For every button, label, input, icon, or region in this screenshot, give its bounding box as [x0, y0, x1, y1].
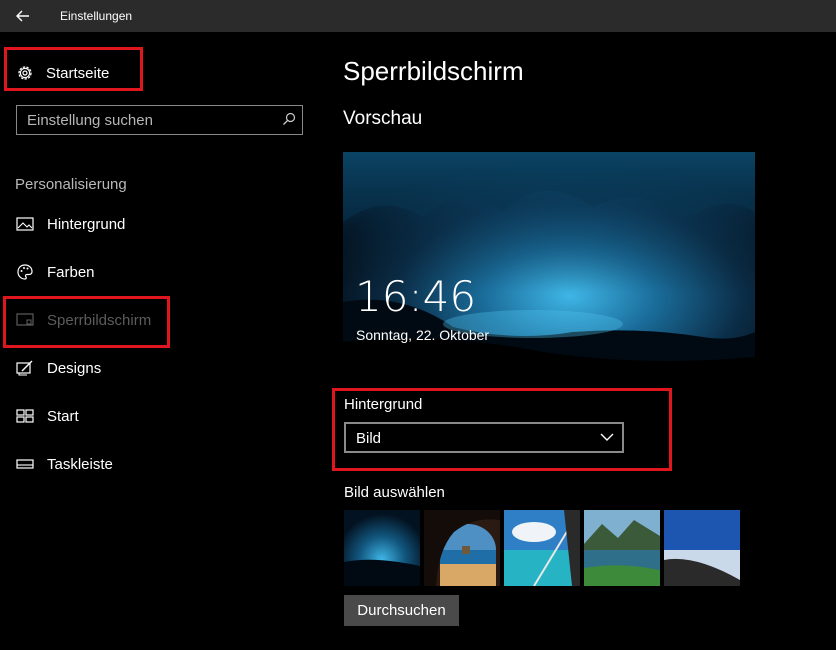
search-box[interactable] — [16, 105, 303, 135]
window-title: Einstellungen — [60, 9, 133, 23]
browse-button[interactable]: Durchsuchen — [344, 595, 459, 626]
sidebar-item-label: Farben — [47, 263, 95, 281]
thumbnail-fjord[interactable] — [584, 510, 660, 586]
search-icon[interactable] — [282, 112, 296, 126]
background-dropdown-value: Bild — [356, 430, 382, 447]
search-input[interactable] — [17, 106, 277, 134]
preview-background-image — [343, 152, 755, 384]
taskbar-icon — [16, 455, 34, 473]
arrow-left-icon — [16, 10, 29, 22]
home-button[interactable]: Startseite — [16, 60, 109, 86]
sidebar-item-taskleiste[interactable]: Taskleiste — [16, 451, 266, 477]
section-label: Personalisierung — [15, 176, 127, 193]
sidebar-item-designs[interactable]: Designs — [16, 355, 266, 381]
image-icon — [16, 215, 34, 233]
back-button[interactable] — [0, 0, 46, 32]
palette-icon — [16, 263, 34, 281]
sidebar-item-label: Hintergrund — [47, 215, 126, 233]
image-thumbnails — [344, 510, 740, 586]
sidebar-item-label: Taskleiste — [47, 455, 113, 473]
preview-heading: Vorschau — [343, 108, 423, 129]
page-title: Sperrbildschirm — [343, 56, 524, 86]
lock-screen-date: Sonntag, 22. Oktober — [356, 327, 490, 343]
sidebar-item-start[interactable]: Start — [16, 403, 266, 429]
thumbnail-volcano-coast[interactable] — [664, 510, 740, 586]
chevron-down-icon — [600, 433, 614, 441]
sidebar-item-hintergrund[interactable]: Hintergrund — [16, 211, 266, 237]
background-dropdown[interactable]: Bild — [344, 422, 624, 453]
thumbnail-sea-arch[interactable] — [424, 510, 500, 586]
home-label: Startseite — [46, 64, 110, 82]
gear-icon — [18, 66, 32, 80]
lock-screen-preview: 16:46 Sonntag, 22. Oktober — [343, 152, 755, 384]
background-label: Hintergrund — [344, 396, 423, 413]
sidebar-item-label: Sperrbildschirm — [47, 311, 152, 329]
lock-screen-icon — [16, 311, 34, 329]
start-icon — [16, 407, 34, 425]
thumbnail-ice-cave[interactable] — [344, 510, 420, 586]
sidebar-item-sperrbildschirm[interactable]: Sperrbildschirm — [16, 307, 266, 333]
theme-icon — [16, 359, 34, 377]
sidebar-item-farben[interactable]: Farben — [16, 259, 266, 285]
thumbnail-boat-lagoon[interactable] — [504, 510, 580, 586]
sidebar-item-label: Designs — [47, 359, 102, 377]
pick-image-label: Bild auswählen — [344, 484, 445, 501]
sidebar-item-label: Start — [47, 407, 79, 425]
lock-screen-time: 16:46 — [355, 272, 477, 321]
title-bar: Einstellungen — [0, 0, 836, 32]
